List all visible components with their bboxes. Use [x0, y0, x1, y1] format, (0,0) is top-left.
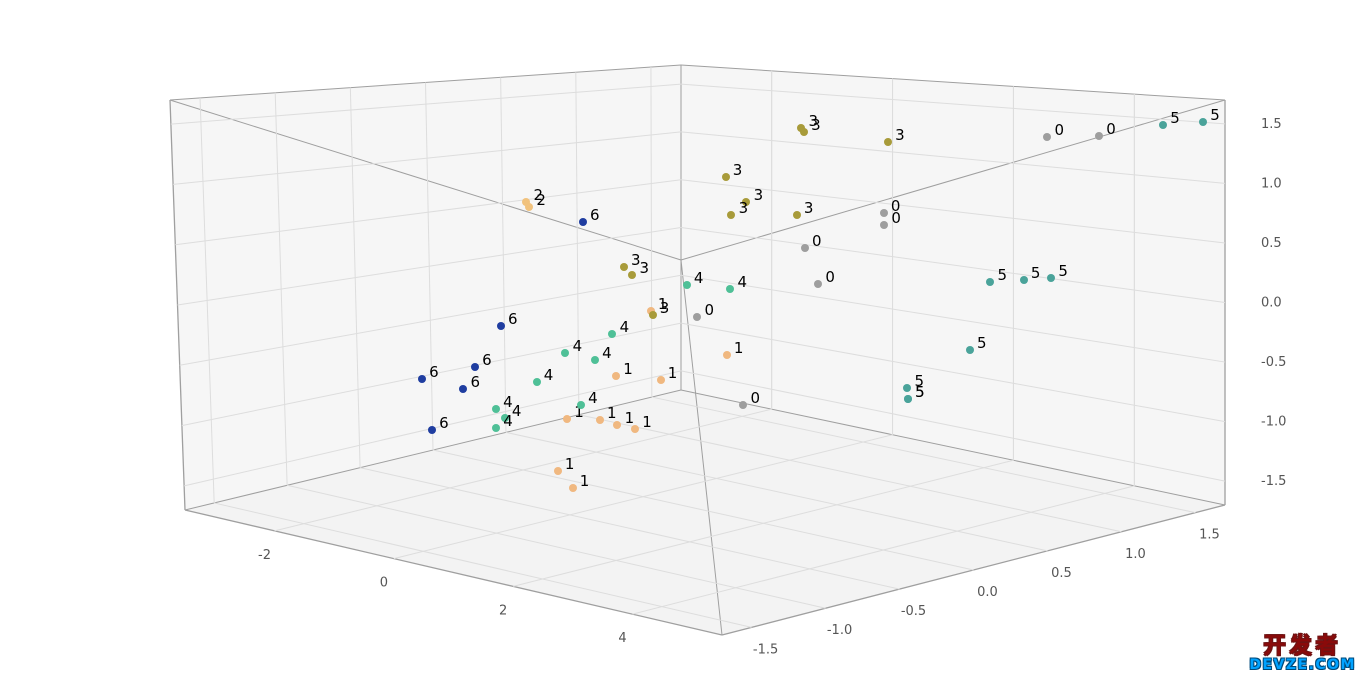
axes-frame: -2 0 2 4 -1.5 -1.0 -0.5 0.0 0.5 1.0 1.5 -1.5 -1.0 -0.… [0, 0, 1366, 679]
svg-text:-2: -2 [258, 548, 271, 563]
svg-text:-1.5: -1.5 [753, 642, 778, 657]
watermark-line2: DEVZE.COM [1249, 658, 1356, 673]
svg-text:4: 4 [618, 631, 626, 646]
svg-text:2: 2 [499, 603, 507, 618]
svg-text:0.0: 0.0 [1261, 296, 1282, 311]
svg-text:1.0: 1.0 [1125, 547, 1146, 562]
svg-text:-0.5: -0.5 [901, 604, 926, 619]
svg-text:0.5: 0.5 [1261, 236, 1282, 251]
svg-text:1.0: 1.0 [1261, 176, 1282, 191]
svg-text:-1.0: -1.0 [827, 623, 852, 638]
svg-text:-1.5: -1.5 [1261, 474, 1286, 489]
watermark: 开发者 DEVZE.COM [1249, 635, 1356, 673]
svg-text:-0.5: -0.5 [1261, 355, 1286, 370]
watermark-line1: 开发者 [1249, 635, 1356, 658]
svg-text:-1.0: -1.0 [1261, 415, 1286, 430]
svg-text:0.0: 0.0 [977, 585, 998, 600]
svg-text:1.5: 1.5 [1199, 528, 1220, 543]
svg-text:1.5: 1.5 [1261, 117, 1282, 132]
svg-text:0.5: 0.5 [1051, 566, 1072, 581]
scatter-3d-plot: -2 0 2 4 -1.5 -1.0 -0.5 0.0 0.5 1.0 1.5 -1.5 -1.0 -0.… [0, 0, 1366, 679]
svg-text:0: 0 [380, 576, 388, 591]
